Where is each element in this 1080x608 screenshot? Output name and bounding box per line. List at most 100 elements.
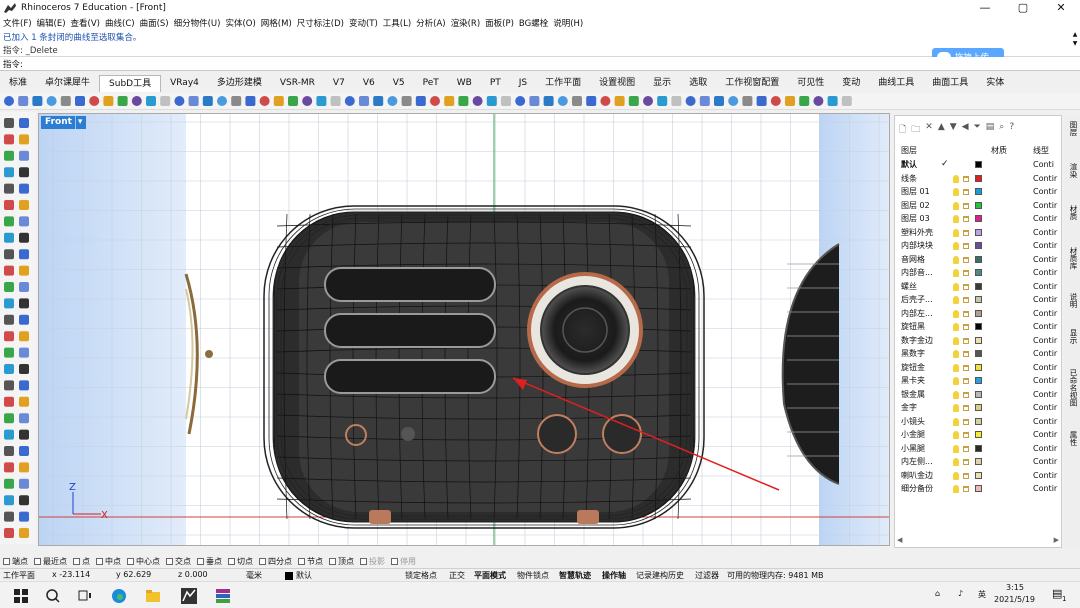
layer-lock-icon[interactable]: [963, 216, 969, 222]
osnap-option[interactable]: 切点: [228, 556, 253, 567]
menu-tools[interactable]: 工具(L): [383, 17, 411, 29]
osnap-option[interactable]: 点: [73, 556, 90, 567]
layer-linetype[interactable]: Contir: [1033, 442, 1057, 456]
menu-bg-bolt[interactable]: BG螺栓: [519, 17, 548, 29]
layer-lock-icon[interactable]: [963, 324, 969, 330]
toolbar-tab[interactable]: WB: [448, 75, 481, 92]
modeling-tool-icon[interactable]: [19, 413, 29, 424]
menu-subd[interactable]: 细分物件(U): [174, 17, 221, 29]
layer-visible-icon[interactable]: [953, 471, 959, 480]
filter-toggle[interactable]: 过滤器: [695, 570, 719, 581]
subd-tool-icon[interactable]: [415, 96, 426, 106]
panel-side-tab[interactable]: 图层: [1065, 121, 1079, 136]
layer-lock-icon[interactable]: [963, 405, 969, 411]
modeling-tool-icon[interactable]: [4, 298, 14, 309]
subd-tool-icon[interactable]: [742, 96, 753, 106]
modeling-tool-icon[interactable]: [4, 364, 14, 374]
layer-lock-icon[interactable]: [963, 297, 969, 303]
toolbar-tab[interactable]: SubD工具: [99, 75, 162, 92]
scroll-up-icon[interactable]: ▲: [1071, 30, 1079, 39]
move-down-icon[interactable]: ▼: [950, 122, 957, 138]
history-scrollbar[interactable]: ▲ ▼: [1071, 30, 1079, 56]
subd-tool-icon[interactable]: [671, 96, 682, 106]
subd-tool-icon[interactable]: [628, 96, 639, 106]
search-icon[interactable]: ⌕: [999, 122, 1004, 138]
checkbox[interactable]: [329, 557, 336, 565]
subd-tool-icon[interactable]: [103, 96, 114, 106]
subd-tool-icon[interactable]: [89, 96, 100, 106]
subd-tool-icon[interactable]: [770, 96, 781, 106]
subd-tool-icon[interactable]: [643, 96, 653, 106]
search-icon[interactable]: [44, 587, 62, 605]
file-explorer-icon[interactable]: [144, 587, 162, 605]
menu-mesh[interactable]: 网格(M): [261, 17, 292, 29]
subd-tool-icon[interactable]: [841, 96, 852, 106]
panel-side-tab[interactable]: 属性: [1065, 431, 1079, 446]
layer-color-swatch[interactable]: [975, 161, 982, 168]
subd-tool-icon[interactable]: [217, 96, 227, 106]
scroll-down-icon[interactable]: ▼: [1071, 39, 1079, 48]
layer-color-swatch[interactable]: [975, 242, 982, 249]
osnap-option[interactable]: 端点: [3, 556, 28, 567]
viewport-canvas[interactable]: Z X: [39, 114, 890, 546]
osnap-option[interactable]: 投影: [360, 556, 385, 567]
layer-lock-icon[interactable]: [963, 418, 969, 425]
new-sublayer-icon[interactable]: 🗀: [911, 122, 920, 138]
modeling-tool-icon[interactable]: [19, 429, 29, 440]
layer-visible-icon[interactable]: [953, 336, 959, 345]
modeling-tool-icon[interactable]: [19, 216, 29, 227]
layer-color-swatch[interactable]: [975, 363, 982, 371]
modeling-tool-icon[interactable]: [19, 380, 29, 391]
subd-tool-icon[interactable]: [827, 96, 838, 106]
panel-side-tab[interactable]: 材质: [1065, 205, 1079, 220]
osnap-option[interactable]: 中心点: [127, 556, 160, 567]
menu-dimension[interactable]: 尺寸标注(D): [297, 17, 344, 29]
layer-color-swatch[interactable]: [975, 458, 982, 465]
toolbar-tab[interactable]: PT: [481, 75, 510, 92]
menu-panels[interactable]: 面板(P): [485, 17, 514, 29]
layer-lock-icon[interactable]: [963, 229, 969, 236]
layer-visible-icon[interactable]: [953, 377, 959, 385]
layer-lock-icon[interactable]: [963, 283, 969, 290]
modeling-tool-icon[interactable]: [19, 118, 29, 128]
new-layer-icon[interactable]: 🗋: [899, 122, 906, 138]
layer-linetype[interactable]: Contir: [1033, 361, 1057, 375]
modeling-tool-icon[interactable]: [19, 282, 29, 292]
toolbar-tab[interactable]: V6: [354, 75, 384, 92]
subd-tool-icon[interactable]: [117, 96, 128, 106]
layer-row[interactable]: 内部音... Contir: [895, 266, 1061, 280]
layer-lock-icon[interactable]: [963, 202, 969, 209]
subd-tool-icon[interactable]: [188, 96, 199, 106]
layer-lock-icon[interactable]: [963, 189, 969, 195]
layer-visible-icon[interactable]: [953, 282, 959, 291]
subd-tool-icon[interactable]: [288, 96, 298, 106]
layer-visible-icon[interactable]: [953, 228, 959, 237]
layer-linetype[interactable]: Conti: [1033, 158, 1054, 172]
subd-tool-icon[interactable]: [799, 96, 810, 106]
toolbar-tab[interactable]: V7: [324, 75, 354, 92]
subd-tool-icon[interactable]: [515, 96, 526, 106]
panel-side-tab[interactable]: 显示: [1065, 329, 1079, 344]
modeling-tool-icon[interactable]: [4, 380, 14, 391]
layer-lock-icon[interactable]: [963, 364, 969, 371]
modeling-tool-icon[interactable]: [19, 167, 29, 178]
layer-color-swatch[interactable]: [975, 323, 982, 330]
checkbox[interactable]: [166, 557, 173, 565]
menu-edit[interactable]: 编辑(E): [37, 17, 66, 29]
modeling-tool-icon[interactable]: [4, 478, 14, 489]
menu-curve[interactable]: 曲线(C): [105, 17, 135, 29]
modeling-tool-icon[interactable]: [4, 200, 14, 210]
subd-tool-icon[interactable]: [756, 96, 767, 106]
subd-tool-icon[interactable]: [600, 96, 611, 106]
layer-linetype[interactable]: Contir: [1033, 185, 1057, 199]
layer-row[interactable]: 数字金边 Contir: [895, 334, 1061, 348]
osnap-option[interactable]: 最近点: [34, 556, 67, 567]
modeling-tool-icon[interactable]: [4, 282, 14, 292]
modeling-tool-icon[interactable]: [4, 183, 14, 194]
scroll-right-icon[interactable]: ▶: [1054, 536, 1059, 545]
subd-tool-icon[interactable]: [586, 96, 597, 106]
layer-row[interactable]: 旋钮金 Contir: [895, 361, 1061, 375]
osnap-option[interactable]: 节点: [298, 556, 323, 567]
layer-visible-icon[interactable]: [953, 215, 959, 223]
layer-tools-icon[interactable]: ▤: [986, 122, 995, 138]
